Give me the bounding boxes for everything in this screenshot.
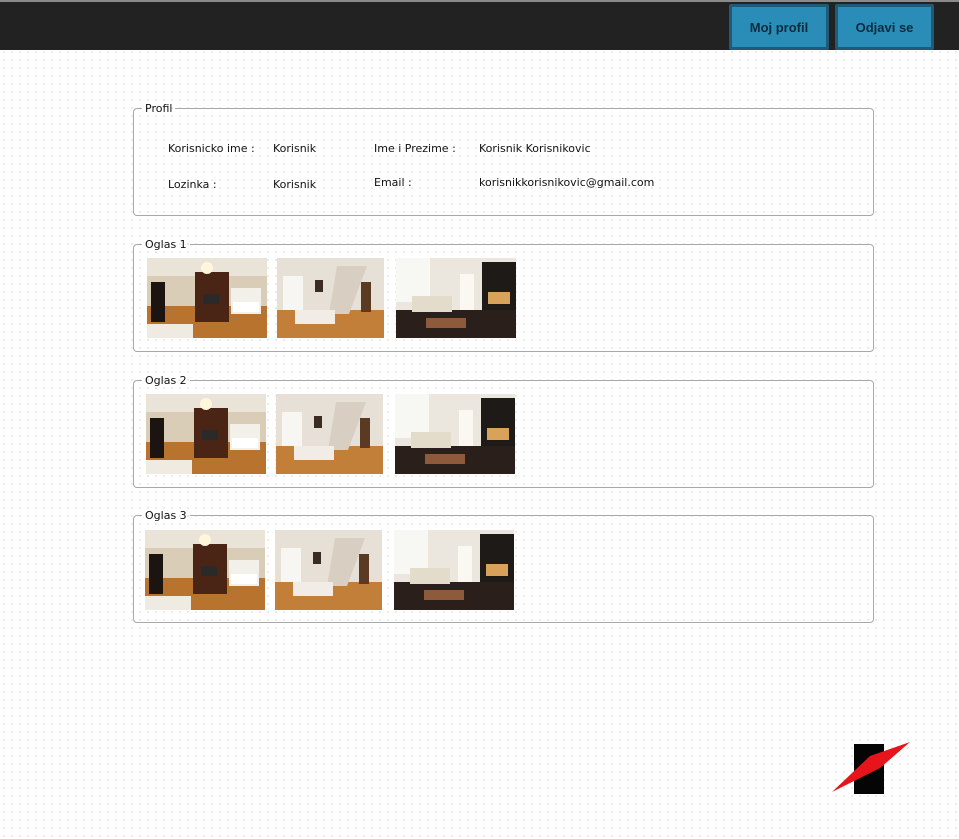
- ad-1-photo-kitchen[interactable]: [396, 258, 516, 338]
- fullname-label: Ime i Prezime :: [374, 142, 456, 155]
- ad-legend-3: Oglas 3: [145, 509, 187, 522]
- username-value: Korisnik: [273, 142, 317, 155]
- ad-2-photo-staircase[interactable]: [276, 394, 383, 474]
- username-label: Korisnicko ime :: [168, 142, 255, 155]
- brand-logo-icon: [830, 740, 912, 796]
- profile-legend: Profil: [145, 102, 173, 115]
- ad-legend-1: Oglas 1: [145, 238, 187, 251]
- ad-1-photo-staircase[interactable]: [277, 258, 384, 338]
- ad-3-photo-living-room[interactable]: [145, 530, 265, 610]
- profile-panel: Profil: [133, 102, 874, 216]
- my-profile-button[interactable]: Moj profil: [729, 4, 829, 50]
- password-label: Lozinka :: [168, 178, 217, 191]
- ad-1-photo-living-room[interactable]: [147, 258, 267, 338]
- fullname-value: Korisnik Korisnikovic: [479, 142, 591, 155]
- ad-3-photo-kitchen[interactable]: [394, 530, 514, 610]
- ad-2-photo-living-room[interactable]: [146, 394, 266, 474]
- password-value: Korisnik: [273, 178, 317, 191]
- top-bar: Moj profil Odjavi se: [0, 0, 959, 50]
- ad-2-photo-kitchen[interactable]: [395, 394, 515, 474]
- email-label: Email :: [374, 176, 412, 189]
- ad-3-photo-staircase[interactable]: [275, 530, 382, 610]
- ad-legend-2: Oglas 2: [145, 374, 187, 387]
- logout-button[interactable]: Odjavi se: [835, 4, 934, 50]
- email-value: korisnikkorisnikovic@gmail.com: [479, 176, 655, 189]
